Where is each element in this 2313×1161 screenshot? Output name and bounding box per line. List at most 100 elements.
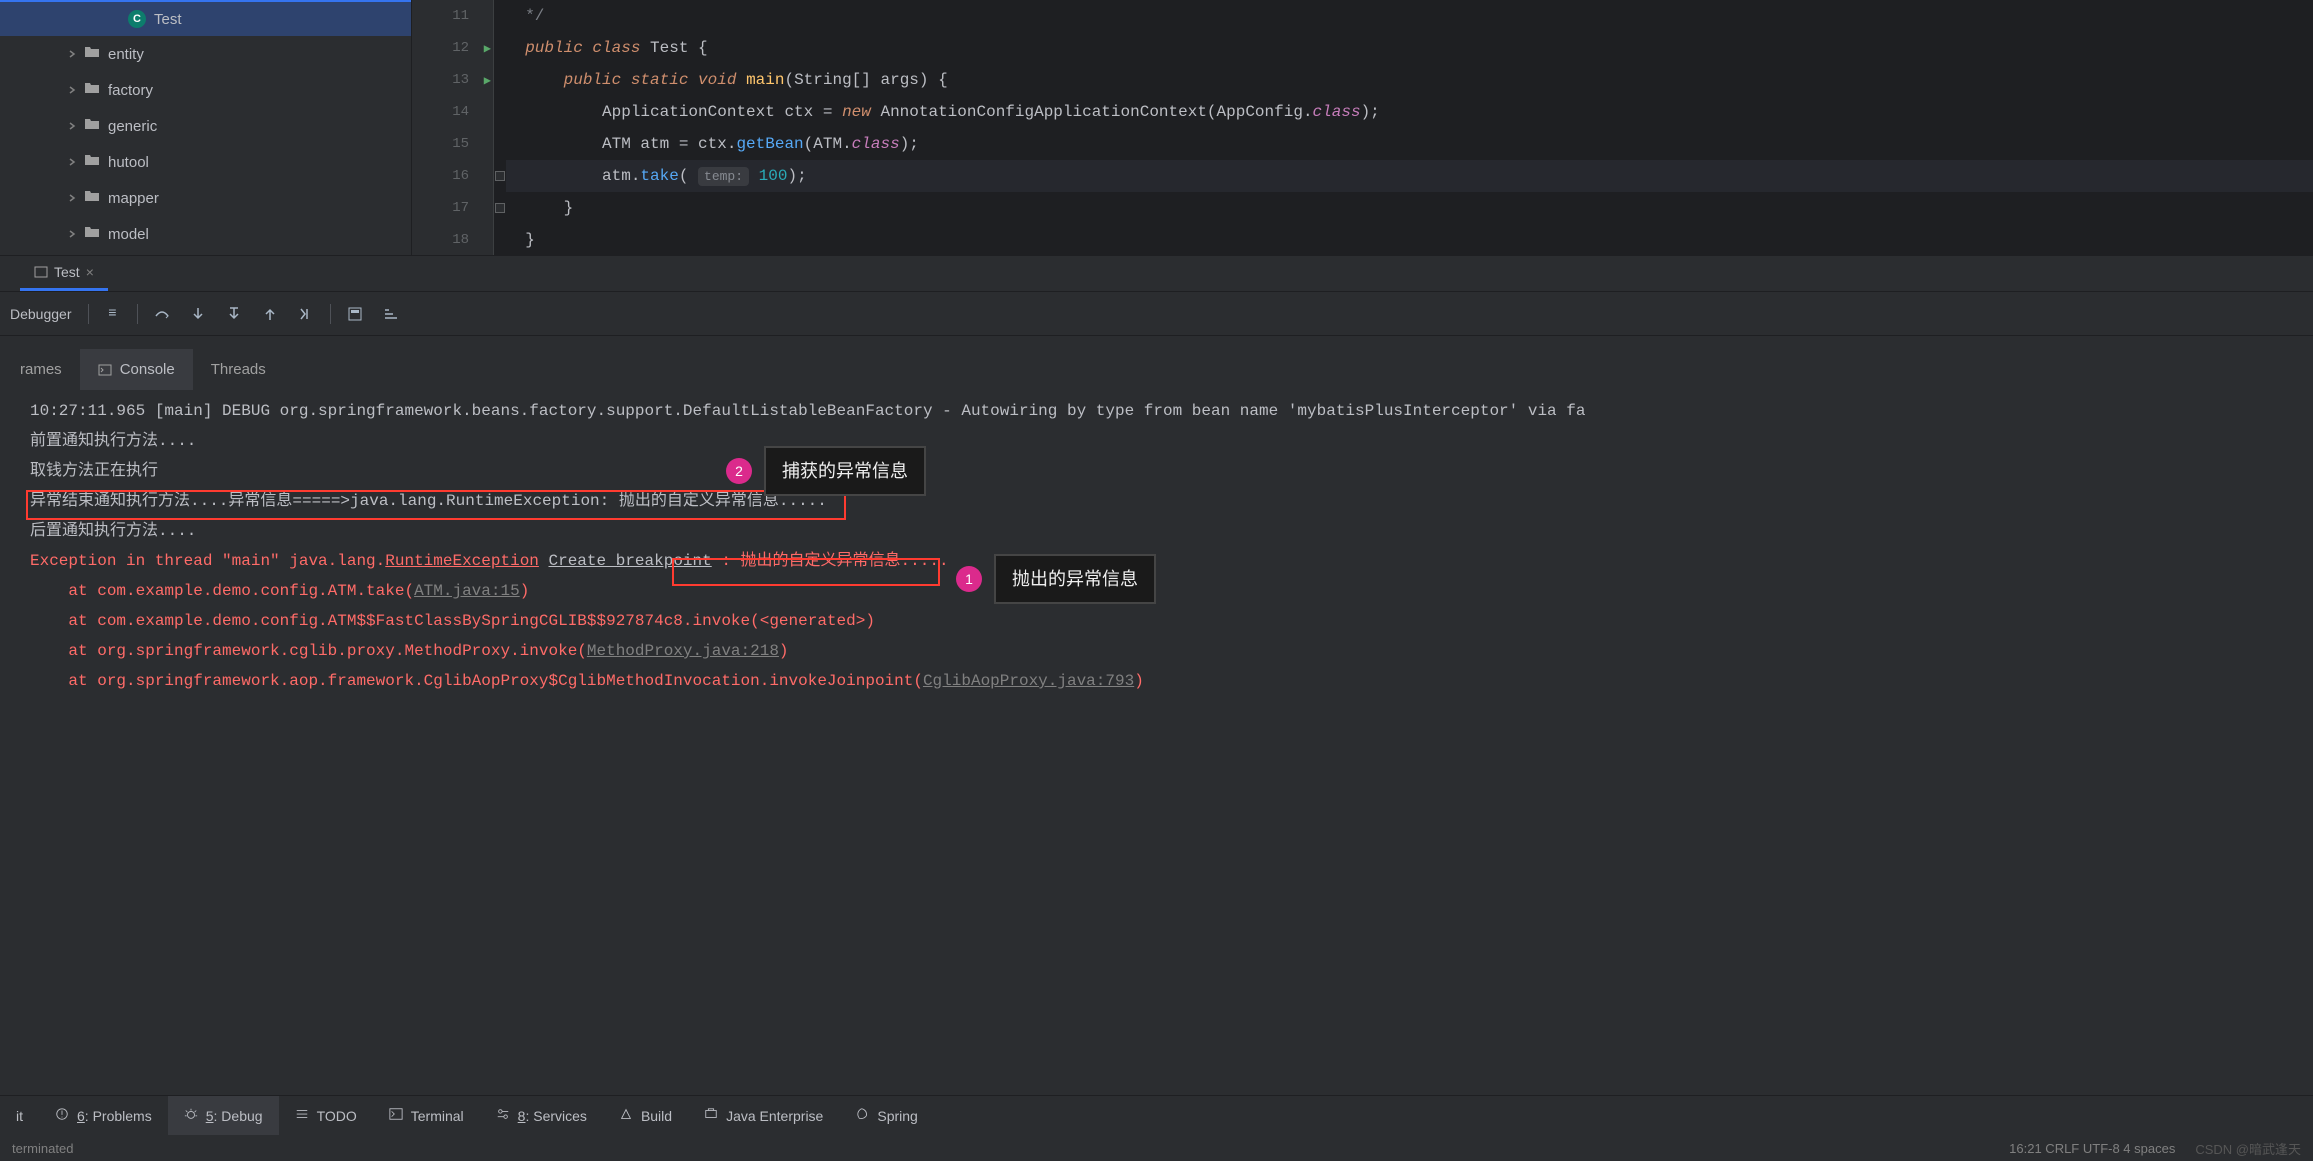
debug-inner-tabs: rames Console Threads	[0, 336, 2313, 390]
code-line-14[interactable]: ApplicationContext ctx = new AnnotationC…	[506, 96, 2313, 128]
toolwin-spring[interactable]: Spring	[839, 1096, 933, 1135]
gutter-line-13[interactable]: 13▶	[412, 64, 493, 96]
toolwin-terminal[interactable]: Terminal	[373, 1096, 480, 1135]
debug-tool-window: Test × Debugger ≡ rames Console Threads …	[0, 255, 2313, 1095]
evaluate-icon[interactable]	[337, 296, 373, 332]
step-into-icon[interactable]	[180, 296, 216, 332]
callout-badge: 2	[726, 458, 752, 484]
stack-link[interactable]: ATM.java:15	[414, 582, 520, 600]
chevron-right-icon[interactable]	[64, 154, 80, 170]
run-to-cursor-icon[interactable]	[288, 296, 324, 332]
tree-item-entity[interactable]: entity	[0, 36, 411, 72]
tree-item-mapper[interactable]: mapper	[0, 180, 411, 216]
debug-tab-test[interactable]: Test ×	[20, 256, 108, 291]
chevron-right-icon[interactable]	[104, 11, 120, 27]
fold-icon[interactable]	[495, 171, 505, 181]
watermark: CSDN @暗武逢天	[2195, 1139, 2301, 1158]
chevron-right-icon[interactable]	[64, 82, 80, 98]
callout-2: 2捕获的异常信息	[726, 446, 926, 496]
bottom-tool-bar: it6: Problems5: DebugTODOTerminal8: Serv…	[0, 1095, 2313, 1135]
debugger-label[interactable]: Debugger	[0, 306, 82, 322]
project-tree[interactable]: C Test entity factory generic hutool mapper mod…	[0, 0, 412, 255]
bug-icon	[184, 1107, 198, 1124]
toolwin-5-debug[interactable]: 5: Debug	[168, 1096, 279, 1135]
toolwin-8-services[interactable]: 8: Services	[480, 1096, 603, 1135]
callout-label: 抛出的异常信息	[994, 554, 1156, 604]
console-icon	[98, 363, 112, 377]
tree-label: mapper	[108, 190, 159, 207]
tree-label: factory	[108, 82, 153, 99]
code-line-15[interactable]: ATM atm = ctx.getBean(ATM.class);	[506, 128, 2313, 160]
step-out-icon[interactable]	[252, 296, 288, 332]
toolwin-java-enterprise[interactable]: Java Enterprise	[688, 1096, 839, 1135]
folder-icon	[84, 188, 108, 208]
folder-icon	[84, 152, 108, 172]
code-line-11[interactable]: */	[506, 0, 2313, 32]
debug-toolbar: Debugger ≡	[0, 292, 2313, 336]
code-line-13[interactable]: public static void main(String[] args) {	[506, 64, 2313, 96]
console-line: 前置通知执行方法....	[30, 426, 2313, 456]
chevron-right-icon[interactable]	[64, 118, 80, 134]
console-line: Exception in thread "main" java.lang.Run…	[30, 546, 2313, 576]
tree-label: entity	[108, 46, 144, 63]
console-line: 10:27:11.965 [main] DEBUG org.springfram…	[30, 396, 2313, 426]
tree-item-generic[interactable]: generic	[0, 108, 411, 144]
chevron-right-icon[interactable]	[64, 226, 80, 242]
services-icon	[496, 1107, 510, 1124]
code-editor[interactable]: 1112▶13▶1415161718 */ public class Test …	[412, 0, 2313, 255]
stack-link[interactable]: RuntimeException	[385, 552, 539, 570]
gutter-line-18[interactable]: 18	[412, 224, 493, 256]
gutter-line-17[interactable]: 17	[412, 192, 493, 224]
tree-label: Test	[154, 11, 182, 28]
close-icon[interactable]: ×	[86, 264, 94, 280]
code-line-12[interactable]: public class Test {	[506, 32, 2313, 64]
folder-icon	[84, 224, 108, 244]
toolwin-todo[interactable]: TODO	[279, 1096, 373, 1135]
code-line-18[interactable]: }	[506, 224, 2313, 256]
stack-link[interactable]: Create breakpoint	[549, 552, 712, 570]
alert-icon	[55, 1107, 69, 1124]
tab-threads[interactable]: Threads	[193, 349, 284, 390]
console-output[interactable]: 10:27:11.965 [main] DEBUG org.springfram…	[0, 390, 2313, 1095]
status-left: terminated	[12, 1141, 73, 1156]
toolwin-it[interactable]: it	[0, 1096, 39, 1135]
gutter-line-16[interactable]: 16	[412, 160, 493, 192]
trace-icon[interactable]	[373, 296, 409, 332]
je-icon	[704, 1107, 718, 1124]
console-line: 取钱方法正在执行	[30, 456, 2313, 486]
tree-label: generic	[108, 118, 157, 135]
console-line: at org.springframework.aop.framework.Cgl…	[30, 666, 2313, 696]
code-line-16[interactable]: atm.take( temp: 100);	[506, 160, 2313, 192]
console-line: 后置通知执行方法....	[30, 516, 2313, 546]
stack-link[interactable]: CglibAopProxy.java:793	[923, 672, 1134, 690]
console-line: at org.springframework.cglib.proxy.Metho…	[30, 636, 2313, 666]
stack-link[interactable]: MethodProxy.java:218	[587, 642, 779, 660]
gutter-line-11[interactable]: 11	[412, 0, 493, 32]
fold-icon[interactable]	[495, 203, 505, 213]
tree-item-factory[interactable]: factory	[0, 72, 411, 108]
callout-badge: 1	[956, 566, 982, 592]
run-gutter-icon[interactable]: ▶	[484, 73, 491, 88]
tree-item-model[interactable]: model	[0, 216, 411, 252]
chevron-right-icon[interactable]	[64, 46, 80, 62]
layout-icon[interactable]: ≡	[95, 296, 131, 332]
status-right: 16:21 CRLF UTF-8 4 spaces	[2009, 1141, 2175, 1156]
tab-frames[interactable]: rames	[2, 349, 80, 390]
gutter-line-15[interactable]: 15	[412, 128, 493, 160]
tab-console[interactable]: Console	[80, 349, 193, 390]
chevron-right-icon[interactable]	[64, 190, 80, 206]
folder-icon	[84, 116, 108, 136]
step-over-icon[interactable]	[144, 296, 180, 332]
gutter-line-14[interactable]: 14	[412, 96, 493, 128]
tree-item-test[interactable]: C Test	[0, 0, 411, 36]
run-gutter-icon[interactable]: ▶	[484, 41, 491, 56]
toolwin-build[interactable]: Build	[603, 1096, 688, 1135]
force-step-into-icon[interactable]	[216, 296, 252, 332]
tree-item-hutool[interactable]: hutool	[0, 144, 411, 180]
gutter-line-12[interactable]: 12▶	[412, 32, 493, 64]
toolwin-6-problems[interactable]: 6: Problems	[39, 1096, 168, 1135]
spring-icon	[855, 1107, 869, 1124]
class-icon: C	[128, 10, 146, 28]
run-config-icon	[34, 265, 48, 279]
code-line-17[interactable]: }	[506, 192, 2313, 224]
